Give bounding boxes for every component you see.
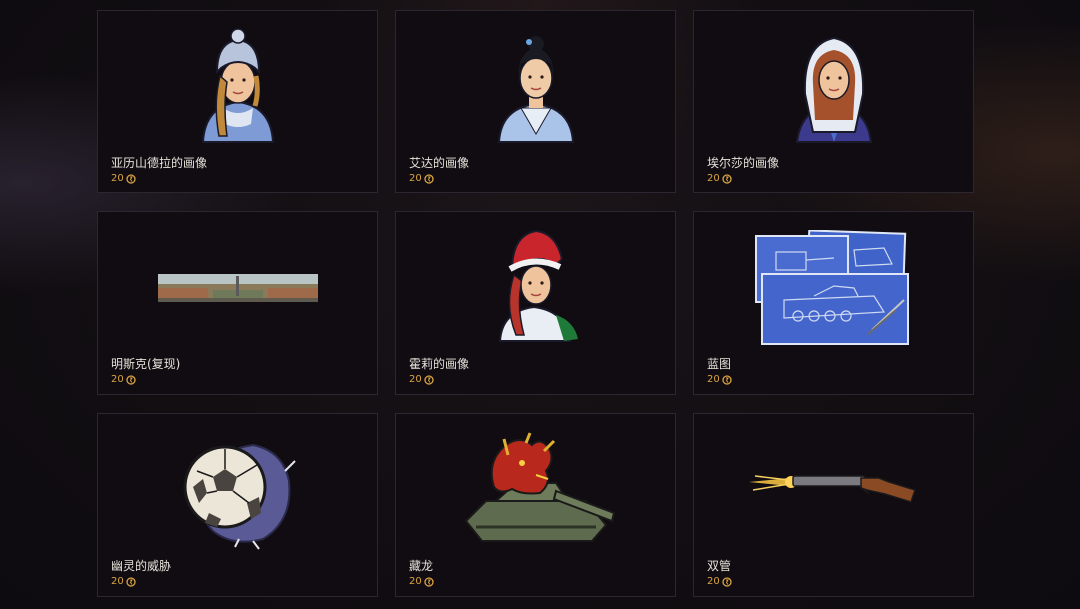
- price-value: 20: [707, 374, 720, 385]
- gold-coin-icon: [722, 577, 732, 587]
- gold-coin-icon: [126, 174, 136, 184]
- double-barrel-shotgun-icon: [694, 414, 973, 559]
- item-price: 20: [409, 173, 434, 185]
- reward-card-double-barrel[interactable]: 双管 20: [693, 413, 974, 597]
- item-name: 藏龙: [409, 559, 434, 573]
- reward-card-blueprint[interactable]: 蓝图 20: [693, 211, 974, 395]
- reward-card-minsk[interactable]: 明斯克(复现) 20: [97, 211, 378, 395]
- portrait-alexandra-icon: [98, 11, 377, 156]
- item-price: 20: [111, 173, 136, 185]
- reward-card-hidden-dragon[interactable]: 藏龙 20: [395, 413, 676, 597]
- price-value: 20: [707, 576, 720, 587]
- reward-card-holly[interactable]: 霍莉的画像 20: [395, 211, 676, 395]
- item-price: 20: [707, 576, 732, 588]
- price-value: 20: [111, 374, 124, 385]
- gold-coin-icon: [126, 577, 136, 587]
- reward-card-elsa[interactable]: 埃尔莎的画像 20: [693, 10, 974, 193]
- price-value: 20: [111, 576, 124, 587]
- gold-coin-icon: [424, 375, 434, 385]
- portrait-holly-icon: [396, 212, 675, 357]
- portrait-elsa-icon: [694, 11, 973, 156]
- dragon-tank-icon: [396, 414, 675, 559]
- item-name: 幽灵的威胁: [111, 559, 172, 573]
- item-price: 20: [409, 374, 434, 386]
- price-value: 20: [111, 173, 124, 184]
- gold-coin-icon: [722, 375, 732, 385]
- reward-card-alexandra[interactable]: 亚历山德拉的画像 20: [97, 10, 378, 193]
- item-price: 20: [707, 173, 732, 185]
- item-name: 霍莉的画像: [409, 357, 470, 371]
- price-value: 20: [409, 374, 422, 385]
- ghost-football-icon: [98, 414, 377, 559]
- item-name: 蓝图: [707, 357, 732, 371]
- gold-coin-icon: [424, 577, 434, 587]
- item-price: 20: [707, 374, 732, 386]
- item-name: 明斯克(复现): [111, 357, 181, 371]
- price-value: 20: [409, 576, 422, 587]
- item-name: 亚历山德拉的画像: [111, 156, 208, 170]
- item-name: 艾达的画像: [409, 156, 470, 170]
- item-price: 20: [409, 576, 434, 588]
- item-name: 双管: [707, 559, 732, 573]
- blueprint-icon: [694, 212, 973, 357]
- gold-coin-icon: [126, 375, 136, 385]
- item-price: 20: [111, 576, 136, 588]
- item-name: 埃尔莎的画像: [707, 156, 780, 170]
- gold-coin-icon: [722, 174, 732, 184]
- item-price: 20: [111, 374, 136, 386]
- minsk-map-icon: [98, 212, 377, 357]
- reward-card-ada[interactable]: 艾达的画像 20: [395, 10, 676, 193]
- gold-coin-icon: [424, 174, 434, 184]
- price-value: 20: [409, 173, 422, 184]
- price-value: 20: [707, 173, 720, 184]
- reward-card-ghost-threat[interactable]: 幽灵的威胁 20: [97, 413, 378, 597]
- portrait-ada-icon: [396, 11, 675, 156]
- reward-grid: 亚历山德拉的画像 20 艾达的画像 20 埃尔莎的画像 20 明斯克(复现) 2…: [97, 10, 974, 597]
